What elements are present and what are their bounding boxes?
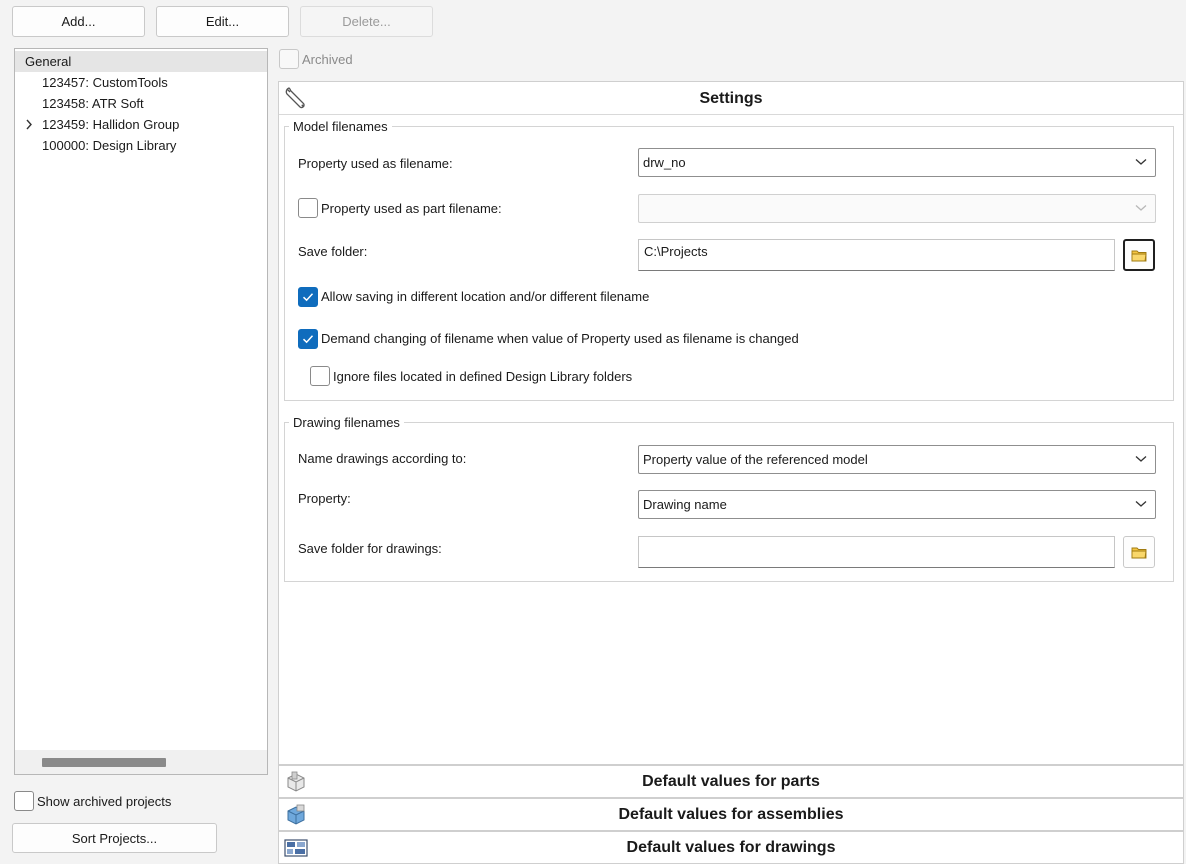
name-according-combo[interactable]: Property value of the referenced model (638, 445, 1156, 474)
model-filenames-title: Model filenames (289, 119, 392, 134)
tree-item-design-library[interactable]: 100000: Design Library (15, 135, 267, 156)
checkmark-icon (302, 293, 314, 302)
edit-button[interactable]: Edit... (156, 6, 289, 37)
tree-item-label: 100000: Design Library (42, 138, 177, 153)
archived-label: Archived (302, 52, 353, 67)
tree-item-general[interactable]: General (15, 51, 267, 72)
chevron-down-icon (1135, 159, 1147, 165)
property-filename-value: drw_no (643, 155, 686, 170)
chevron-down-icon (1135, 205, 1147, 211)
drawings-save-folder-label: Save folder for drawings: (298, 541, 442, 556)
tree-item-atr-soft[interactable]: 123458: ATR Soft (15, 93, 267, 114)
browse-save-folder-button[interactable] (1123, 239, 1155, 271)
tree-item-customtools[interactable]: 123457: CustomTools (15, 72, 267, 93)
save-folder-value: C:\Projects (644, 244, 708, 259)
chevron-down-icon (1135, 501, 1147, 507)
property-label: Property: (298, 491, 351, 506)
demand-changing-label: Demand changing of filename when value o… (321, 331, 799, 346)
tree-item-label: 123459: Hallidon Group (42, 117, 180, 132)
checkmark-icon (302, 335, 314, 344)
tree-item-label: 123457: CustomTools (42, 75, 168, 90)
chevron-right-icon[interactable] (24, 114, 34, 135)
section-assemblies-title: Default values for assemblies (618, 806, 844, 823)
drawings-save-folder-input[interactable] (638, 536, 1115, 568)
settings-panel: Settings Model filenames Property used a… (278, 81, 1184, 765)
property-combo[interactable]: Drawing name (638, 490, 1156, 519)
settings-header[interactable]: Settings (279, 82, 1183, 115)
tree-item-label: 123458: ATR Soft (42, 96, 144, 111)
allow-saving-label: Allow saving in different location and/o… (321, 289, 650, 304)
part-filename-label: Property used as part filename: (321, 201, 502, 216)
demand-changing-checkbox[interactable] (298, 329, 318, 349)
tree-item-label: General (25, 54, 72, 69)
show-archived-checkbox[interactable] (14, 791, 34, 811)
project-tree[interactable]: General 123457: CustomTools 123458: ATR … (14, 48, 268, 775)
show-archived-label: Show archived projects (37, 794, 172, 809)
archived-checkbox[interactable] (279, 49, 299, 69)
section-parts-title: Default values for parts (642, 773, 820, 790)
section-parts[interactable]: Default values for parts (278, 765, 1184, 798)
sort-projects-button[interactable]: Sort Projects... (12, 823, 217, 853)
scrollbar-thumb[interactable] (42, 758, 166, 767)
section-drawings[interactable]: Default values for drawings (278, 831, 1184, 864)
chevron-down-icon (1135, 456, 1147, 462)
ignore-files-label: Ignore files located in defined Design L… (333, 369, 633, 384)
save-folder-label: Save folder: (298, 244, 368, 259)
settings-title: Settings (699, 90, 763, 107)
folder-icon (1131, 547, 1147, 558)
name-according-value: Property value of the referenced model (643, 452, 868, 467)
section-assemblies[interactable]: Default values for assemblies (278, 798, 1184, 831)
part-filename-checkbox[interactable] (298, 198, 318, 218)
allow-saving-checkbox[interactable] (298, 287, 318, 307)
ignore-files-checkbox[interactable] (310, 366, 330, 386)
property-value: Drawing name (643, 497, 727, 512)
section-drawings-title: Default values for drawings (626, 839, 836, 856)
folder-icon (1131, 250, 1147, 261)
delete-button[interactable]: Delete... (300, 6, 433, 37)
tree-item-hallidon-group[interactable]: 123459: Hallidon Group (15, 114, 267, 135)
property-filename-label: Property used as filename: (298, 156, 453, 171)
part-filename-combo[interactable] (638, 194, 1156, 223)
browse-drawings-folder-button[interactable] (1123, 536, 1155, 568)
name-according-label: Name drawings according to: (298, 451, 467, 466)
drawing-filenames-title: Drawing filenames (289, 415, 404, 430)
horizontal-scrollbar[interactable] (15, 750, 267, 774)
property-filename-combo[interactable]: drw_no (638, 148, 1156, 177)
add-button[interactable]: Add... (12, 6, 145, 37)
save-folder-input[interactable]: C:\Projects (638, 239, 1115, 271)
